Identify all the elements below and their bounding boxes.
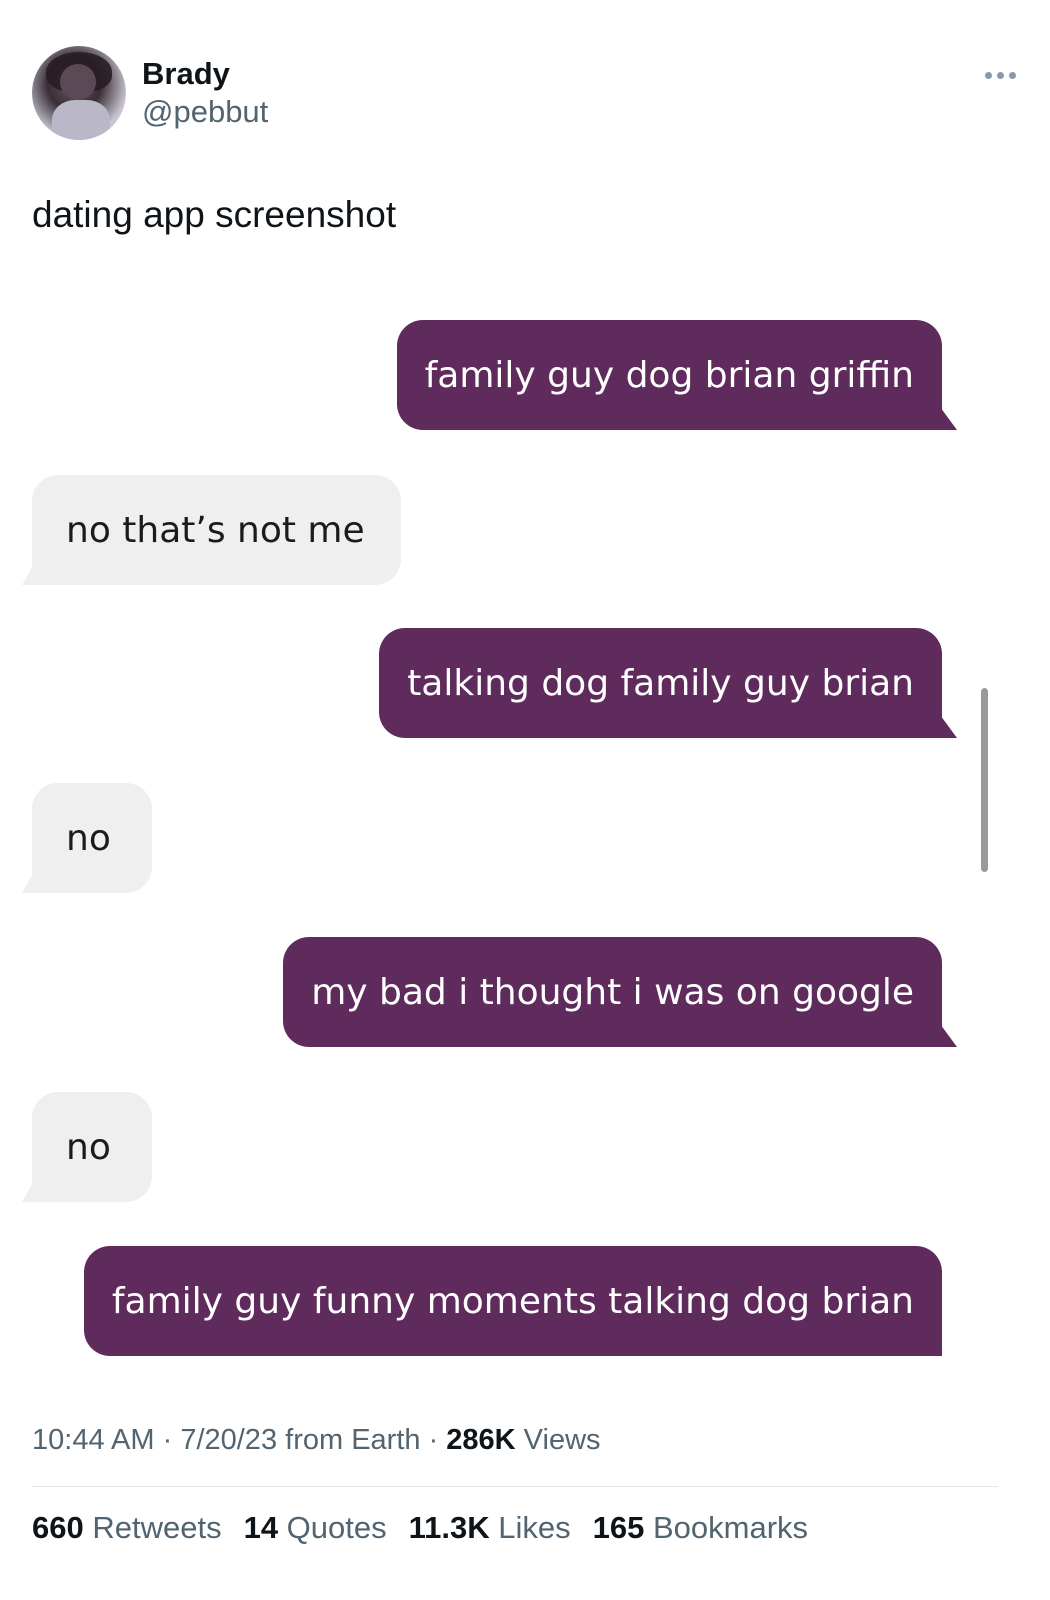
message-text: family guy funny moments talking dog bri…: [111, 1280, 914, 1322]
user-handle[interactable]: @pebbut: [142, 94, 268, 130]
bubble-tail: [935, 400, 957, 430]
bubble-tail: [22, 557, 38, 585]
more-dot: [984, 71, 992, 79]
message-text: talking dog family guy brian: [407, 662, 914, 704]
message-text: no: [66, 817, 111, 859]
sent-message-bubble: family guy funny moments talking dog bri…: [83, 1246, 942, 1356]
views-label: Views: [515, 1424, 601, 1456]
avatar[interactable]: [32, 46, 126, 140]
avatar-face: [60, 64, 96, 100]
tweet-header: Brady @pebbut: [32, 46, 1022, 142]
meta-separator: ·: [420, 1424, 447, 1456]
tweet-text: dating app screenshot: [32, 194, 397, 235]
message-text: family guy dog brian griffin: [424, 354, 914, 396]
message-text: no: [66, 1126, 111, 1168]
sent-message-bubble: my bad i thought i was on google: [283, 937, 957, 1047]
retweets-stat[interactable]: 660 Retweets: [32, 1510, 222, 1546]
sent-message-bubble: family guy dog brian griffin: [396, 320, 957, 430]
tweet-source: from Earth: [277, 1424, 421, 1456]
likes-count: 11.3K: [408, 1510, 490, 1545]
more-dot: [1008, 71, 1016, 79]
tweet-meta: 10:44 AM · 7/20/23 from Earth · 286K Vie…: [32, 1424, 601, 1457]
bubble-tail: [935, 708, 957, 738]
display-name[interactable]: Brady: [142, 56, 230, 92]
avatar-body: [52, 100, 110, 140]
likes-label: Likes: [489, 1510, 571, 1545]
bookmarks-stat[interactable]: 165 Bookmarks: [593, 1510, 808, 1546]
received-message-bubble: no: [22, 1092, 152, 1202]
message-text: no that’s not me: [66, 509, 365, 551]
quotes-count: 14: [243, 1510, 279, 1545]
bubble-tail: [22, 1174, 38, 1202]
views-count: 286K: [446, 1424, 516, 1456]
sent-message-bubble: talking dog family guy brian: [379, 628, 957, 738]
scrollbar[interactable]: [981, 688, 988, 872]
retweets-count: 660: [32, 1510, 84, 1545]
tweet-time[interactable]: 10:44 AM: [32, 1424, 155, 1456]
more-options-icon[interactable]: [978, 62, 1022, 88]
engagement-stats: 660 Retweets 14 Quotes 11.3K Likes 165 B…: [32, 1510, 808, 1546]
received-message-bubble: no: [22, 783, 152, 893]
bookmarks-count: 165: [592, 1510, 645, 1545]
tweet-date[interactable]: 7/20/23: [180, 1424, 277, 1456]
received-message-bubble: no that’s not me: [22, 475, 401, 585]
divider: [32, 1486, 998, 1487]
more-dot: [996, 71, 1004, 79]
bubble-tail: [22, 865, 38, 893]
bookmarks-label: Bookmarks: [644, 1510, 809, 1545]
retweets-label: Retweets: [83, 1510, 222, 1545]
bubble-tail: [935, 1017, 957, 1047]
quotes-stat[interactable]: 14 Quotes: [244, 1510, 387, 1546]
likes-stat[interactable]: 11.3K Likes: [409, 1510, 571, 1546]
message-text: my bad i thought i was on google: [311, 971, 914, 1013]
quotes-label: Quotes: [278, 1510, 387, 1545]
meta-separator: ·: [154, 1424, 181, 1456]
